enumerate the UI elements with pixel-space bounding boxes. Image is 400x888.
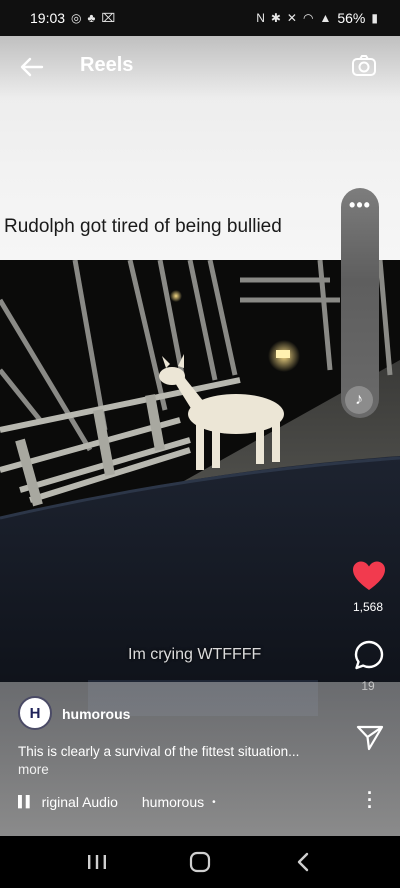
camera-button[interactable] <box>350 52 378 80</box>
music-note-icon[interactable]: ♪ <box>345 386 373 414</box>
reel-viewer[interactable]: Reels Rudolph got tired of being bullied <box>0 36 400 836</box>
avatar-letter: H <box>29 704 41 722</box>
overlay-caption: Rudolph got tired of being bullied <box>4 216 282 237</box>
side-scroll-panel[interactable]: ••• ♪ <box>341 188 379 418</box>
status-bar: 19:03 ◎ ♣ ⌧ N ✱ ✕ ◠ ▲ 56% ▮ <box>0 0 400 36</box>
system-nav-bar <box>0 836 400 888</box>
paper-plane-icon <box>356 725 384 751</box>
page-title: Reels <box>80 54 134 76</box>
audio-row[interactable]: ▌▌ riginal Audio humorous • <box>18 794 216 810</box>
more-link[interactable]: more <box>18 762 49 777</box>
back-icon <box>297 852 308 872</box>
post-caption[interactable]: This is clearly a survival of the fittes… <box>18 744 338 759</box>
nav-back-button[interactable] <box>283 842 323 882</box>
post-info-panel: H humorous This is clearly a survival of… <box>0 682 400 836</box>
like-button[interactable] <box>352 560 386 592</box>
recents-button[interactable] <box>77 842 117 882</box>
arrow-left-icon <box>20 57 44 77</box>
status-left: 19:03 ◎ ♣ ⌧ <box>30 10 115 26</box>
status-time: 19:03 <box>30 10 66 26</box>
status-right: N ✱ ✕ ◠ ▲ 56% ▮ <box>256 10 378 26</box>
username[interactable]: humorous <box>62 706 130 722</box>
more-options-button[interactable]: ••• <box>341 196 379 220</box>
nfc-icon: N <box>256 11 265 25</box>
audio-author[interactable]: humorous <box>142 794 204 810</box>
like-count: 1,568 <box>352 600 384 614</box>
mute-icon: ✕ <box>286 11 297 25</box>
wifi-icon: ◠ <box>302 11 314 25</box>
comment-button[interactable] <box>353 639 385 671</box>
instagram-icon: ◎ <box>71 11 82 25</box>
screenshot-icon: ⌧ <box>101 11 116 25</box>
share-button[interactable] <box>355 722 385 752</box>
reels-header: Reels <box>0 36 400 98</box>
avatar[interactable]: H <box>18 696 52 730</box>
camera-icon <box>352 55 376 76</box>
signal-icon: ▲ <box>319 11 332 25</box>
home-icon <box>189 851 211 873</box>
recents-icon <box>88 855 107 869</box>
snapchat-icon: ♣ <box>87 11 96 25</box>
video-subtitle: Im crying WTFFFF <box>128 646 262 663</box>
battery-text: 56% <box>337 10 366 26</box>
battery-icon: ▮ <box>371 11 378 25</box>
heart-icon <box>353 561 385 590</box>
audio-title[interactable]: riginal Audio <box>42 794 118 810</box>
audio-bars-icon: ▌▌ <box>18 796 34 808</box>
comment-icon <box>354 640 384 670</box>
post-options-button[interactable]: · · · <box>360 784 380 816</box>
back-button[interactable] <box>18 53 46 81</box>
home-button[interactable] <box>180 842 220 882</box>
audio-dot: • <box>212 796 216 808</box>
bluetooth-icon: ✱ <box>270 11 281 25</box>
